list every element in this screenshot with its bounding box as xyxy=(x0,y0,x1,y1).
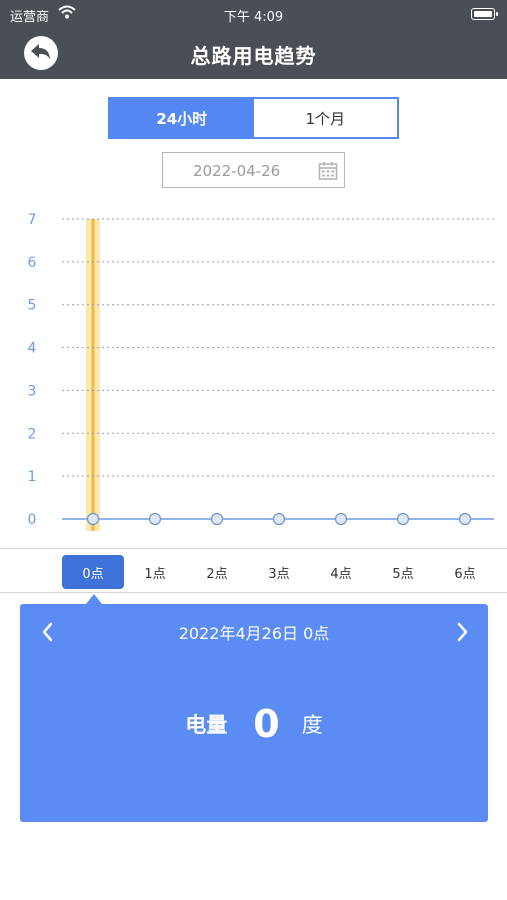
data-point xyxy=(396,512,410,526)
panel-pointer xyxy=(86,594,102,604)
metric-value: 0 xyxy=(253,702,280,746)
x-tick-label[interactable]: 1点 xyxy=(130,563,180,582)
x-tick-label[interactable]: 4点 xyxy=(316,563,366,582)
metric-label: 电量 xyxy=(185,713,228,737)
y-tick-label: 3 xyxy=(28,383,37,399)
data-point xyxy=(458,512,472,526)
screen: 运营商 下午 4:09 总路用电趋势 24小时 1个月 2022-04-26 0… xyxy=(0,0,507,900)
chevron-right-icon[interactable] xyxy=(452,620,472,644)
range-toggle: 24小时 1个月 xyxy=(108,97,399,139)
y-tick-label: 1 xyxy=(28,469,37,485)
date-value: 2022-04-26 xyxy=(193,162,281,180)
usage-line-chart[interactable]: 0 1 2 3 4 5 6 7 xyxy=(0,200,507,550)
clock: 下午 4:09 xyxy=(223,10,284,25)
tab-24h[interactable]: 24小时 xyxy=(110,99,254,137)
y-tick-label: 5 xyxy=(28,298,37,314)
x-tick-label[interactable]: 6点 xyxy=(440,563,490,582)
x-tick-label[interactable]: 5点 xyxy=(378,563,428,582)
data-point xyxy=(210,512,224,526)
calendar-icon xyxy=(318,162,338,180)
x-tick-label[interactable]: 3点 xyxy=(254,563,304,582)
selected-hour-label[interactable]: 0点 xyxy=(62,555,124,589)
detail-panel: 2022年4月26日 0点 电量 0 度 xyxy=(20,604,488,822)
y-tick-label: 2 xyxy=(28,426,37,442)
y-tick-label: 0 xyxy=(28,512,37,528)
y-tick-label: 4 xyxy=(28,341,37,357)
status-bar: 运营商 下午 4:09 xyxy=(0,0,507,28)
y-tick-label: 6 xyxy=(28,255,37,271)
date-picker[interactable]: 2022-04-26 xyxy=(162,152,345,188)
y-tick-label: 7 xyxy=(28,212,37,228)
data-point xyxy=(272,512,286,526)
metric-row: 电量 0 度 xyxy=(20,702,488,746)
data-point xyxy=(334,512,348,526)
page-title: 总路用电趋势 xyxy=(190,44,317,68)
x-axis-selector: 0点 1点 2点 3点 4点 5点 6点 xyxy=(0,548,507,593)
selection-line xyxy=(91,219,95,531)
detail-title: 2022年4月26日 0点 xyxy=(178,624,330,643)
x-tick-label[interactable]: 2点 xyxy=(192,563,242,582)
nav-bar: 总路用电趋势 xyxy=(0,28,507,79)
data-point xyxy=(86,512,100,526)
tab-1month[interactable]: 1个月 xyxy=(254,99,398,137)
metric-unit: 度 xyxy=(301,713,323,737)
battery-icon xyxy=(471,8,498,20)
data-point xyxy=(148,512,162,526)
